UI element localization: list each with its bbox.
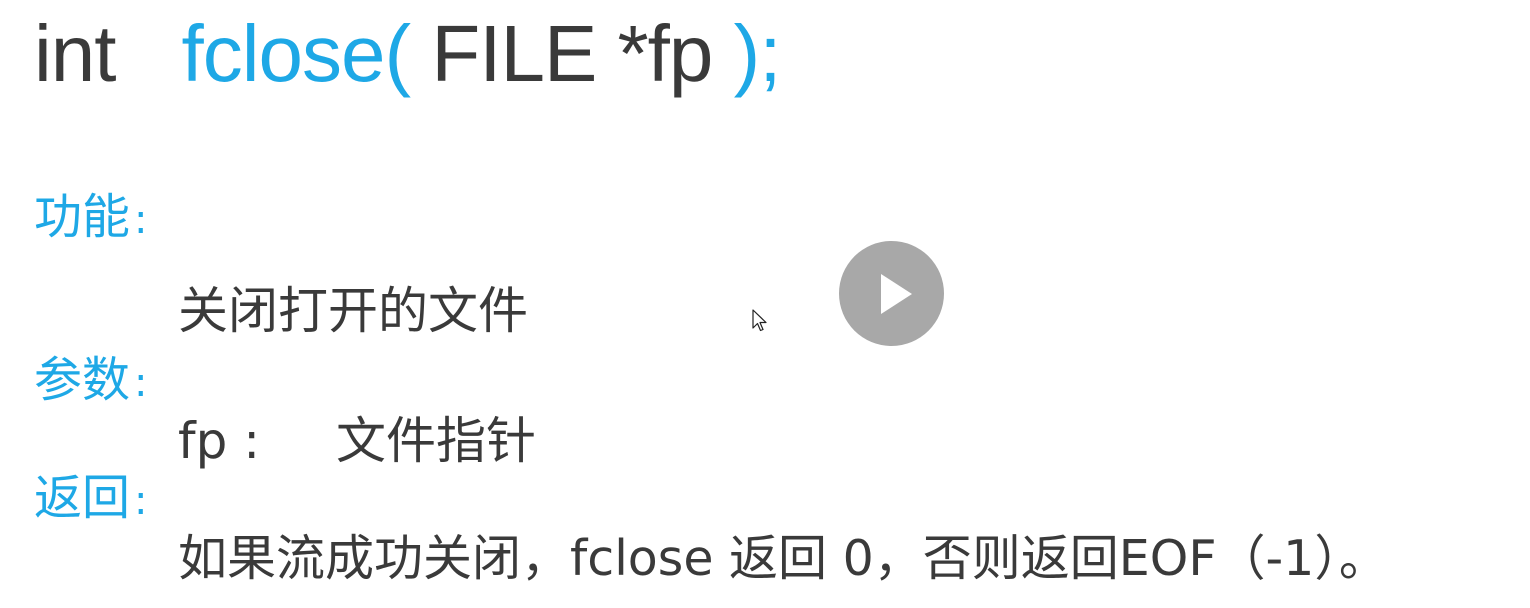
function-name: fclose [181,9,386,98]
close-paren: ); [733,9,782,98]
open-paren: ( [384,9,411,98]
play-button[interactable] [839,241,944,346]
param-description: 文件指针 [336,412,536,470]
param-row: fp : 文件指针 [178,416,536,466]
function-heading-colon: : [134,197,148,243]
return-type: int [34,9,116,98]
returns-heading-colon: : [134,478,148,524]
mouse-pointer-icon [752,309,768,337]
play-icon [881,274,912,314]
params-heading: 参数: [34,356,148,404]
params-heading-label: 参数 [34,352,131,408]
param-name: fp : [178,412,261,470]
function-description: 关闭打开的文件 [178,282,528,340]
function-heading-label: 功能 [34,189,131,245]
function-args: FILE *fp [410,9,734,98]
function-signature: int fclose( FILE *fp ); [34,14,781,94]
returns-heading-label: 返回 [34,470,131,526]
returns-description: 如果流成功关闭，fclose 返回 0，否则返回EOF（-1）。 [178,530,1388,587]
returns-heading: 返回: [34,474,148,522]
params-heading-colon: : [134,360,148,406]
function-heading: 功能: [34,193,148,241]
